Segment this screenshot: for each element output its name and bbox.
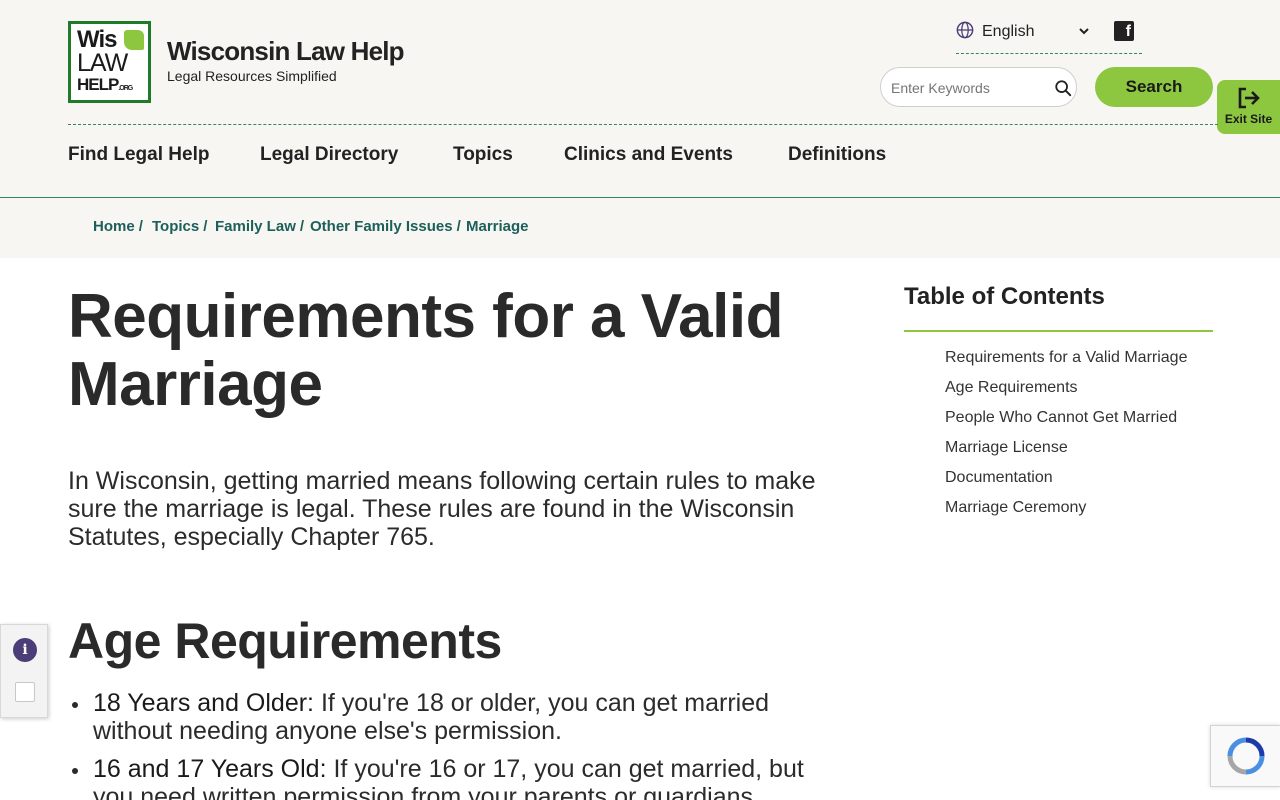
exit-icon bbox=[1238, 87, 1260, 109]
list-item-term: 18 Years and Older: bbox=[93, 689, 314, 717]
toc-item-marriage-ceremony[interactable]: Marriage Ceremony bbox=[945, 498, 1205, 518]
site-title[interactable]: Wisconsin Law Help bbox=[167, 36, 405, 67]
breadcrumb-home[interactable]: Home / bbox=[93, 218, 143, 235]
toc-item-requirements[interactable]: Requirements for a Valid Marriage bbox=[945, 348, 1205, 368]
breadcrumb-family-law[interactable]: Family Law / bbox=[215, 218, 304, 235]
nav-clinics-and-events[interactable]: Clinics and Events bbox=[564, 144, 733, 166]
search-button[interactable]: Search bbox=[1095, 67, 1213, 107]
toc-title: Table of Contents bbox=[904, 283, 1105, 310]
toc-divider bbox=[904, 330, 1213, 332]
breadcrumb-family-law-label[interactable]: Family Law bbox=[215, 218, 296, 235]
age-requirements-list: 18 Years and Older: If you're 18 or olde… bbox=[68, 689, 828, 800]
accessibility-widget: i bbox=[0, 624, 48, 718]
toc-item-documentation[interactable]: Documentation bbox=[945, 468, 1205, 488]
logo-text-org: .ORG bbox=[118, 85, 133, 92]
toc-item-people-who-cannot-marry[interactable]: People Who Cannot Get Married bbox=[945, 408, 1205, 428]
table-of-contents: Requirements for a Valid Marriage Age Re… bbox=[945, 348, 1205, 528]
search-icon[interactable] bbox=[1054, 79, 1072, 97]
list-item: 16 and 17 Years Old: If you're 16 or 17,… bbox=[68, 755, 828, 800]
globe-icon bbox=[956, 21, 974, 39]
widget-checkbox[interactable] bbox=[15, 682, 35, 702]
list-item-term: 16 and 17 Years Old: bbox=[93, 755, 327, 783]
breadcrumb-other-family-issues[interactable]: Other Family Issues / bbox=[310, 218, 461, 235]
language-select[interactable]: English bbox=[978, 18, 1092, 44]
header-divider bbox=[68, 124, 1218, 125]
breadcrumb-topics-label[interactable]: Topics bbox=[152, 218, 199, 235]
exit-site-label: Exit Site bbox=[1224, 112, 1273, 126]
breadcrumb-other-family-issues-label[interactable]: Other Family Issues bbox=[310, 218, 453, 235]
page-title: Requirements for a Valid Marriage bbox=[68, 282, 784, 419]
section-title-age-requirements: Age Requirements bbox=[68, 613, 502, 669]
nav-legal-directory[interactable]: Legal Directory bbox=[260, 144, 398, 166]
recaptcha-icon bbox=[1227, 737, 1265, 775]
nav-definitions[interactable]: Definitions bbox=[788, 144, 886, 166]
recaptcha-badge[interactable] bbox=[1210, 725, 1280, 787]
site-tagline: Legal Resources Simplified bbox=[167, 68, 337, 84]
logo-text-law: LAW bbox=[77, 49, 128, 77]
wisconsin-shape-icon bbox=[124, 30, 144, 50]
breadcrumb-marriage[interactable]: Marriage bbox=[466, 218, 529, 235]
breadcrumb-home-label[interactable]: Home bbox=[93, 218, 135, 235]
intro-paragraph: In Wisconsin, getting married means foll… bbox=[68, 467, 816, 551]
breadcrumb-marriage-label[interactable]: Marriage bbox=[466, 218, 529, 235]
toc-item-age-requirements[interactable]: Age Requirements bbox=[945, 378, 1205, 398]
breadcrumb-topics[interactable]: Topics / bbox=[152, 218, 207, 235]
facebook-icon[interactable]: f bbox=[1114, 21, 1134, 41]
logo-text-help-main: HELP bbox=[77, 75, 119, 94]
list-item: 18 Years and Older: If you're 18 or olde… bbox=[68, 689, 828, 745]
search-field bbox=[880, 67, 1077, 107]
site-header: Wis LAW HELP.ORG Wisconsin Law Help Lega… bbox=[0, 0, 1280, 198]
toc-item-marriage-license[interactable]: Marriage License bbox=[945, 438, 1205, 458]
info-icon[interactable]: i bbox=[13, 638, 37, 662]
breadcrumb: Home / Topics / Family Law / Other Family I… bbox=[0, 198, 1280, 258]
logo-text-help: HELP.ORG bbox=[77, 75, 133, 95]
search-input[interactable] bbox=[891, 77, 1041, 99]
site-logo[interactable]: Wis LAW HELP.ORG bbox=[68, 21, 151, 103]
exit-site-button[interactable]: Exit Site bbox=[1217, 80, 1280, 134]
nav-topics[interactable]: Topics bbox=[453, 144, 513, 166]
nav-find-legal-help[interactable]: Find Legal Help bbox=[68, 144, 209, 166]
